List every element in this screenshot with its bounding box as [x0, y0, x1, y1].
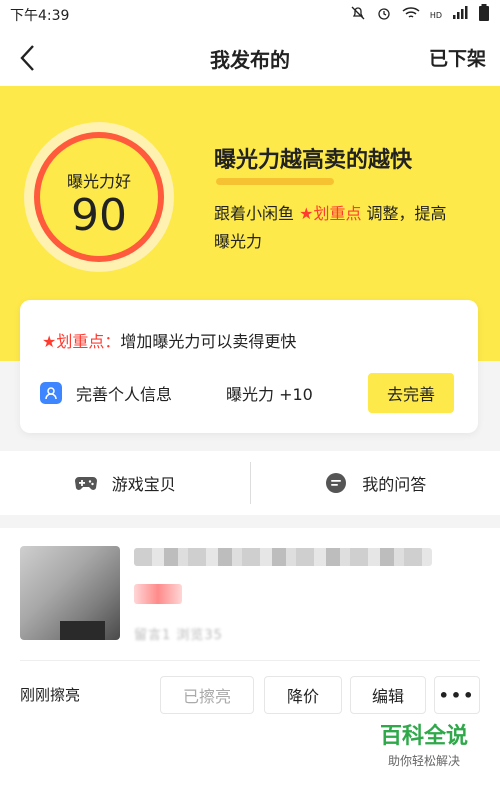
chat-icon — [326, 473, 347, 493]
section-divider — [0, 515, 500, 528]
back-button[interactable] — [14, 42, 40, 74]
quicklink-qa-label: 我的问答 — [362, 475, 427, 494]
signal-icon — [452, 6, 468, 24]
hero-heading: 曝光力越高卖的越快 — [214, 148, 413, 173]
item-divider — [20, 660, 480, 661]
quick-links: 游戏宝贝 我的问答 — [0, 451, 500, 515]
hero-desc-highlight: ★划重点 — [299, 204, 362, 223]
hero-desc-pre: 跟着小闲鱼 — [214, 204, 300, 223]
heading-underline — [216, 178, 334, 185]
tip-text: 增加曝光力可以卖得更快 — [120, 332, 297, 351]
item-stats: 留言1 浏览35 — [134, 628, 223, 643]
quicklink-games[interactable]: 游戏宝贝 — [0, 451, 250, 515]
listing-item[interactable]: 留言1 浏览35 — [0, 528, 500, 661]
score-ring: 曝光力好 90 — [34, 132, 164, 262]
item-title-blurred — [134, 548, 432, 566]
wifi-icon — [402, 6, 420, 24]
gamepad-icon — [74, 477, 97, 490]
item-actions: 刚刚擦亮 已擦亮 降价 编辑 ••• — [0, 664, 500, 724]
complete-profile-button[interactable]: 去完善 — [368, 373, 454, 413]
watermark-subtitle: 助你轻松解决 — [387, 754, 460, 768]
status-icons: HD — [350, 4, 490, 26]
battery-icon — [478, 4, 490, 26]
tip-line: ★划重点：增加曝光力可以卖得更快 — [42, 328, 296, 352]
removed-items-link[interactable]: 已下架 — [429, 44, 486, 71]
tip-prefix: ★划重点： — [42, 332, 121, 351]
more-button[interactable]: ••• — [434, 676, 480, 714]
exposure-score: 90 — [71, 190, 127, 241]
thumbnail-shadow — [60, 621, 105, 640]
tip-card: ★划重点：增加曝光力可以卖得更快 完善个人信息 曝光力 +10 去完善 — [20, 300, 478, 433]
watermark-title: 百科全说 — [379, 724, 468, 749]
network-label: HD — [429, 10, 442, 20]
watermark-logo: 百科全说 助你轻松解决 — [364, 718, 484, 769]
quicklink-qa[interactable]: 我的问答 — [251, 451, 500, 515]
price-cut-button[interactable]: 降价 — [264, 676, 342, 714]
task-bonus: 曝光力 +10 — [226, 385, 313, 404]
alarm-icon — [376, 5, 392, 25]
back-arrow-icon — [20, 45, 34, 71]
refresh-status: 刚刚擦亮 — [20, 686, 81, 704]
status-bar: 下午4:39 HD — [0, 0, 500, 30]
mute-icon — [350, 5, 366, 25]
quicklink-games-label: 游戏宝贝 — [111, 475, 176, 494]
task-label: 完善个人信息 — [76, 385, 173, 404]
item-price-blurred — [134, 584, 182, 604]
task-row: 完善个人信息 曝光力 +10 去完善 — [40, 373, 460, 413]
edit-button[interactable]: 编辑 — [350, 676, 426, 714]
page-title: 我发布的 — [210, 47, 290, 72]
nav-bar: 我发布的 已下架 — [0, 30, 500, 86]
profile-icon — [40, 382, 62, 404]
score-label: 曝光力好 — [66, 172, 131, 191]
status-time: 下午4:39 — [10, 8, 70, 24]
hero-description: 跟着小闲鱼 ★划重点 调整，提高曝光力 — [214, 200, 454, 256]
refreshed-button[interactable]: 已擦亮 — [160, 676, 254, 714]
item-thumbnail[interactable] — [20, 546, 120, 640]
